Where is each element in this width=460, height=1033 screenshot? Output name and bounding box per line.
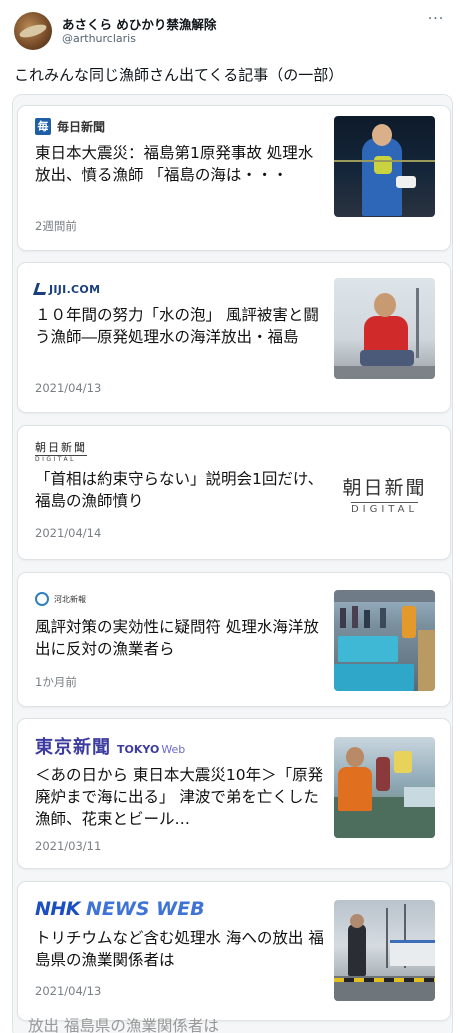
tweet-text: これみんな同じ漁師さん出てくる記事（の一部）	[14, 66, 344, 84]
headline[interactable]: 風評対策の実効性に疑問符 処理水海洋放出に反対の漁業者ら	[35, 616, 325, 660]
thumbnail-fish-market	[334, 590, 435, 691]
source-web: Web	[161, 743, 186, 756]
timestamp: 2021/04/13	[35, 381, 102, 395]
thumbnail-fisherman	[334, 116, 435, 217]
peek-text: 放出 福島県の漁業関係者は	[28, 1018, 219, 1033]
source-name: JIJI.COM	[49, 282, 101, 296]
timestamp: 2021/03/11	[35, 839, 102, 853]
headline[interactable]: トリチウムなど含む処理水 海への放出 福島県の漁業関係者は	[35, 927, 325, 971]
more-options-icon[interactable]: ···	[426, 12, 446, 28]
mainichi-logo-mark: 毎	[35, 117, 51, 135]
timestamp: 2021/04/14	[35, 526, 102, 540]
news-card-asahi[interactable]: 朝日新聞 DIGITAL 「首相は約束守らない」説明会1回だけ、福島の漁師憤り …	[17, 425, 451, 560]
source-sub: NEWS WEB	[86, 898, 205, 920]
thumbnail-fisherman-seated	[334, 278, 435, 379]
news-card-tokyo-shimbun[interactable]: 東京新聞 TOKYO Web ＜あの日から 東日本大震災10年＞「原発廃炉まで海…	[17, 718, 451, 869]
headline[interactable]: 「首相は約束守らない」説明会1回だけ、福島の漁師憤り	[35, 468, 325, 512]
headline[interactable]: ＜あの日から 東日本大震災10年＞「原発廃炉まで海に出る」 津波で弟を亡くした漁…	[35, 764, 325, 830]
jiji-logo: JIJI.COM	[33, 279, 101, 299]
source-sub: DIGITAL	[35, 454, 87, 463]
news-card-jiji[interactable]: JIJI.COM １０年間の努力「水の泡」 風評被害と闘う漁師―原発処理水の海洋…	[17, 262, 451, 413]
display-name[interactable]: あさくら めひかり禁漁解除	[62, 14, 216, 33]
source-name: 東京新聞	[35, 737, 111, 758]
source-name: 朝日新聞	[35, 440, 87, 454]
timestamp: 1か月前	[35, 675, 77, 689]
thumb-title: 朝日新聞	[342, 476, 427, 499]
user-handle[interactable]: @arthurclaris	[62, 32, 136, 45]
thumbnail-fishermen-boat	[334, 737, 435, 838]
source-name: NHK	[35, 898, 81, 920]
source-name: 河北新報	[54, 594, 86, 604]
thumbnail-harbor-fisherman	[334, 900, 435, 1001]
mainichi-logo: 毎 毎日新聞	[35, 116, 105, 136]
headline[interactable]: １０年間の努力「水の泡」 風評被害と闘う漁師―原発処理水の海洋放出・福島	[35, 304, 325, 348]
source-name: 毎日新聞	[57, 119, 106, 134]
nhk-logo: NHK NEWS WEB	[35, 898, 205, 920]
source-en: TOKYO	[117, 743, 160, 756]
news-card-mainichi[interactable]: 毎 毎日新聞 東日本大震災：福島第1原発事故 処理水放出、憤る漁師 「福島の海は…	[17, 105, 451, 251]
news-card-nhk[interactable]: NHK NEWS WEB トリチウムなど含む処理水 海への放出 福島県の漁業関係…	[17, 881, 451, 1021]
avatar[interactable]	[14, 12, 52, 50]
tweet-header: あさくら めひかり禁漁解除 @arthurclaris ···	[14, 12, 446, 54]
headline[interactable]: 東日本大震災：福島第1原発事故 処理水放出、憤る漁師 「福島の海は・・・	[35, 142, 325, 208]
asahi-logo: 朝日新聞 DIGITAL	[35, 440, 87, 464]
tokyo-shimbun-logo: 東京新聞 TOKYO Web	[35, 735, 186, 758]
next-card-peek: 放出 福島県の漁業関係者は	[28, 1018, 318, 1033]
timestamp: 2週間前	[35, 219, 77, 233]
timestamp: 2021/04/13	[35, 984, 102, 998]
kahoku-logo: 河北新報	[35, 589, 86, 609]
thumb-sub: DIGITAL	[350, 501, 419, 515]
news-card-kahoku[interactable]: 河北新報 風評対策の実効性に疑問符 処理水海洋放出に反対の漁業者ら 1か月前	[17, 572, 451, 707]
thumbnail-asahi-logo: 朝日新聞 DIGITAL	[334, 443, 435, 544]
